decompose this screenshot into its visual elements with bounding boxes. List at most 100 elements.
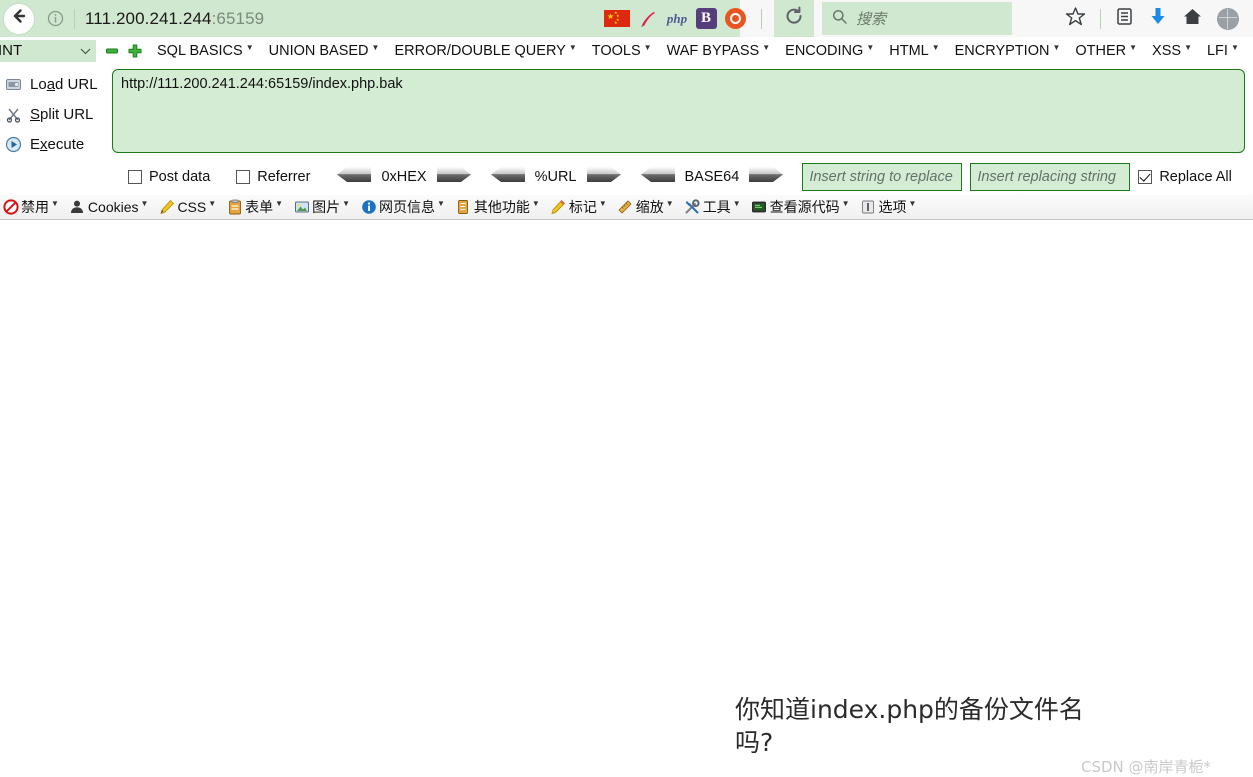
view-source-icon <box>751 199 768 216</box>
referrer-label: Referrer <box>257 169 311 185</box>
webdev-item-disable[interactable]: 禁用 ▼ <box>2 197 59 217</box>
account-globe-icon[interactable] <box>1217 7 1239 30</box>
forms-clipboard-icon <box>226 199 243 216</box>
resize-ruler-icon <box>617 199 634 216</box>
bootstrap-label: B <box>700 10 711 26</box>
base64-encode-arrow-icon[interactable] <box>748 166 784 188</box>
page-content: 你知道index.php的备份文件名吗? CSDN @南岸青栀* <box>0 220 1253 776</box>
webdev-item-resize[interactable]: 缩放 ▼ <box>617 197 674 217</box>
split-url-label: Split URL <box>30 105 94 123</box>
hackbar-menu-lfi[interactable]: LFI ▼ <box>1207 43 1239 59</box>
webdev-item-view-source[interactable]: 查看源代码 ▼ <box>751 197 850 217</box>
webdev-item-forms[interactable]: 表单 ▼ <box>226 197 283 217</box>
hackbar-menu-error-double-query[interactable]: ERROR/DOUBLE QUERY ▼ <box>394 43 576 59</box>
ubuntu-logo-icon[interactable] <box>724 8 746 30</box>
base64-decode-arrow-icon[interactable] <box>640 166 676 188</box>
checkbox-box <box>128 170 142 184</box>
url-text: 111.200.241.244:65159 <box>85 9 264 29</box>
bootstrap-logo-icon[interactable]: B <box>695 8 717 30</box>
load-url-icon <box>4 75 22 93</box>
hackbar-menu-sql-basics[interactable]: SQL BASICS ▼ <box>157 43 254 59</box>
browser-actions <box>1065 0 1239 37</box>
apache-feather-icon[interactable] <box>637 8 659 30</box>
menu-label: ENCODING <box>785 42 864 59</box>
page-info-icon[interactable] <box>46 10 64 28</box>
split-url-button[interactable]: Split URL <box>4 99 112 129</box>
hackbar-menu-html[interactable]: HTML ▼ <box>889 43 939 59</box>
chevron-down-icon: ▼ <box>1129 42 1138 52</box>
hackbar-tab-select[interactable]: INT <box>0 39 96 62</box>
post-data-checkbox[interactable]: Post data <box>128 169 210 185</box>
checkbox-box <box>236 170 251 184</box>
hackbar-menu-encoding[interactable]: ENCODING ▼ <box>785 43 874 59</box>
information-info-icon <box>360 199 377 216</box>
referrer-checkbox[interactable]: Referrer <box>236 169 310 185</box>
menu-label: SQL BASICS <box>157 42 243 59</box>
webdev-item-outline[interactable]: 标记 ▼ <box>550 197 607 217</box>
url-textarea[interactable]: http://111.200.241.244:65159/index.php.b… <box>112 69 1245 153</box>
hackbar-menu-waf-bypass[interactable]: WAF BYPASS ▼ <box>667 43 771 59</box>
chevron-down-icon: ▼ <box>437 199 445 208</box>
webdev-item-miscellaneous[interactable]: 其他功能 ▼ <box>455 197 540 217</box>
hackbar-menu-xss[interactable]: XSS ▼ <box>1152 43 1192 59</box>
hackbar-menu-encryption[interactable]: ENCRYPTION ▼ <box>955 43 1061 59</box>
webdev-item-images[interactable]: 图片 ▼ <box>293 197 350 217</box>
china-flag-icon[interactable]: ★ ★ ★ ★ ★ <box>604 10 630 27</box>
menu-label: TOOLS <box>591 42 641 59</box>
php-logo-icon[interactable]: php <box>666 8 688 30</box>
execute-button[interactable]: Execute <box>4 129 112 159</box>
webdev-label: 网页信息 <box>379 199 435 215</box>
url-encode-label: %URL <box>534 169 577 185</box>
back-button[interactable] <box>4 3 34 34</box>
webdev-label: 表单 <box>245 199 274 215</box>
hackbar-action-list: Load URL Split URL Execute <box>0 69 112 159</box>
url-host: 111.200.241.244 <box>85 8 212 28</box>
hex-encode-arrow-icon[interactable] <box>436 166 472 188</box>
search-input[interactable]: 搜索 <box>822 2 1012 35</box>
chevron-down-icon: ▼ <box>1230 42 1239 52</box>
library-icon[interactable] <box>1115 7 1134 31</box>
add-tab-icon[interactable] <box>127 43 142 58</box>
menu-label: ENCRYPTION <box>954 42 1050 59</box>
php-label: php <box>666 10 688 26</box>
home-icon[interactable] <box>1182 6 1203 32</box>
images-picture-icon <box>293 199 310 216</box>
webdev-item-cookies[interactable]: Cookies ▼ <box>69 199 148 216</box>
execute-icon <box>4 135 22 153</box>
hackbar-panel: Load URL Split URL Execute http://111.20… <box>0 65 1253 159</box>
load-url-button[interactable]: Load URL <box>4 69 112 99</box>
webdev-item-options[interactable]: 选项 ▼ <box>860 197 916 217</box>
back-arrow-icon <box>10 7 28 30</box>
downloads-icon[interactable] <box>1148 6 1168 31</box>
chevron-down-icon: ▼ <box>245 42 254 52</box>
hackbar-menu-tools[interactable]: TOOLS ▼ <box>592 43 652 59</box>
replace-to-input[interactable]: Insert replacing string <box>970 163 1131 191</box>
webdev-item-css[interactable]: CSS ▼ <box>158 199 216 216</box>
webdev-label: 工具 <box>702 199 731 215</box>
url-encode-arrow-icon[interactable] <box>586 166 622 188</box>
url-decode-arrow-icon[interactable] <box>490 166 526 188</box>
hackbar-menu-other[interactable]: OTHER ▼ <box>1075 43 1137 59</box>
replace-all-checkbox[interactable]: Replace All <box>1138 169 1232 185</box>
execute-label: Execute <box>30 135 85 153</box>
webdev-label: CSS <box>177 199 207 215</box>
reload-button[interactable] <box>774 0 814 37</box>
replace-from-input[interactable]: Insert string to replace <box>802 163 963 191</box>
search-placeholder: 搜索 <box>856 11 887 28</box>
menu-label: ERROR/DOUBLE QUERY <box>394 42 566 59</box>
remove-tab-icon[interactable] <box>104 43 119 58</box>
page-message: 你知道index.php的备份文件名吗? <box>735 695 1084 757</box>
chevron-down-icon: ▼ <box>598 199 607 208</box>
hex-decode-arrow-icon[interactable] <box>336 166 372 188</box>
chevron-down-icon: ▼ <box>531 199 540 208</box>
webdev-item-tools[interactable]: 工具 ▼ <box>684 197 741 217</box>
hackbar-menu-union-based[interactable]: UNION BASED ▼ <box>269 43 380 59</box>
url-port: :65159 <box>211 8 265 28</box>
hackbar-tab-value: INT <box>0 42 23 59</box>
csdn-watermark: CSDN @南岸青栀* <box>1081 758 1212 776</box>
webdev-item-information[interactable]: 网页信息 ▼ <box>360 197 445 217</box>
bookmark-star-icon[interactable] <box>1065 6 1086 32</box>
webdev-label: 禁用 <box>21 199 49 215</box>
chevron-down-icon: ▼ <box>841 199 850 208</box>
hackbar-options-row: Post data Referrer 0xHEX %URL BASE64 Ins… <box>0 159 1253 195</box>
